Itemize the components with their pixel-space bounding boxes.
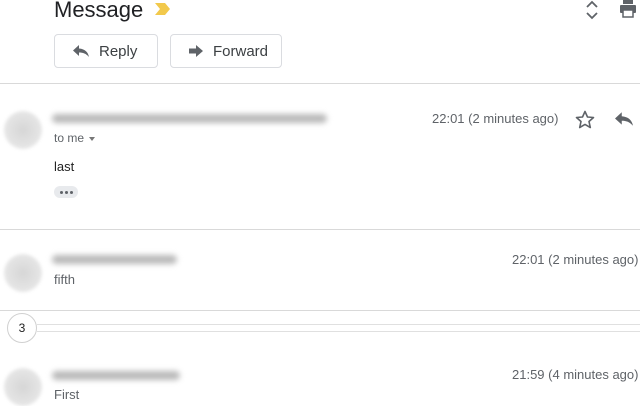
forward-icon bbox=[189, 45, 203, 57]
recipient-caret-icon bbox=[89, 136, 96, 141]
divider bbox=[0, 229, 640, 230]
sender-name bbox=[52, 371, 180, 380]
avatar bbox=[4, 368, 42, 406]
sender-name bbox=[52, 114, 327, 123]
message-subject: Message bbox=[54, 0, 144, 22]
message-body: last bbox=[54, 159, 75, 174]
reply-icon[interactable] bbox=[615, 112, 633, 126]
collapsed-line bbox=[37, 324, 640, 325]
expand-collapse-icon[interactable] bbox=[585, 0, 599, 20]
message-time: 22:01 (2 minutes ago) bbox=[512, 252, 639, 267]
reply-label: Reply bbox=[99, 42, 138, 60]
star-icon[interactable] bbox=[575, 110, 595, 129]
divider bbox=[0, 83, 640, 84]
important-marker-icon[interactable] bbox=[154, 2, 172, 16]
collapsed-line bbox=[37, 331, 640, 332]
collapsed-messages-count[interactable]: 3 bbox=[7, 313, 37, 343]
message-snippet: fifth bbox=[54, 272, 75, 287]
divider bbox=[0, 310, 640, 311]
recipient-label: to me bbox=[54, 131, 85, 145]
avatar bbox=[4, 254, 42, 292]
message-time: 21:59 (4 minutes ago) bbox=[512, 367, 639, 382]
avatar bbox=[4, 111, 42, 149]
forward-button[interactable]: Forward bbox=[170, 34, 282, 68]
forward-label: Forward bbox=[213, 42, 269, 60]
recipient-details[interactable]: to me bbox=[54, 131, 96, 145]
reply-button[interactable]: Reply bbox=[54, 34, 158, 68]
print-icon[interactable] bbox=[619, 0, 637, 18]
message-time: 22:01 (2 minutes ago) bbox=[432, 111, 559, 126]
sender-name bbox=[52, 255, 177, 264]
show-trimmed-content-button[interactable] bbox=[54, 186, 78, 198]
reply-icon bbox=[73, 45, 89, 57]
